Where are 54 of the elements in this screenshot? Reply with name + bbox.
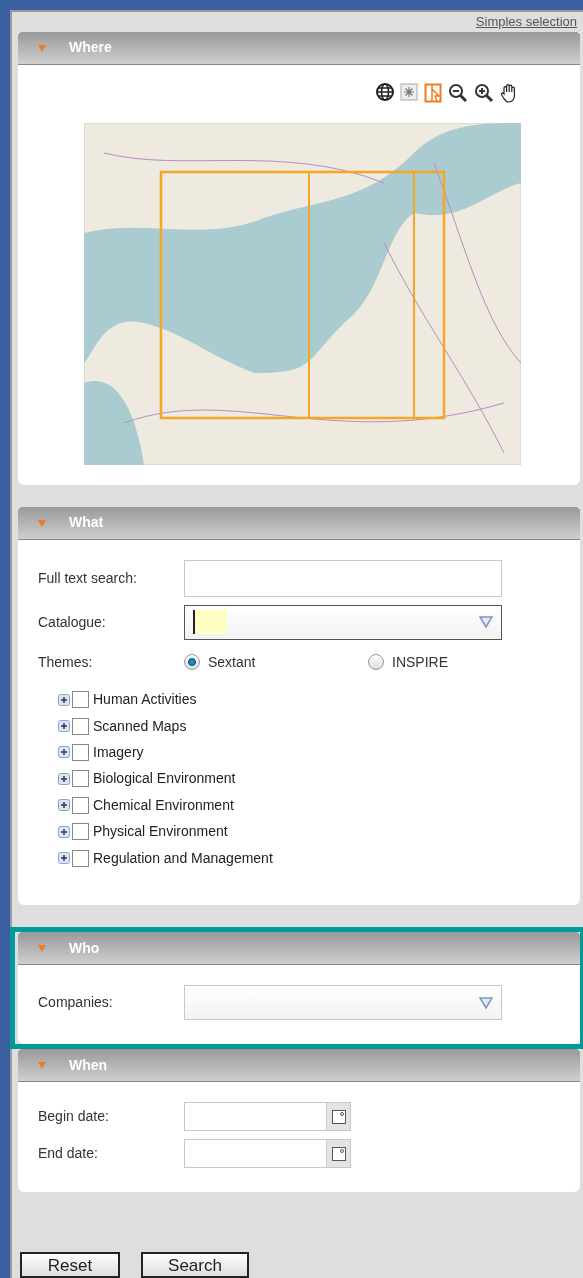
- theme-label: Chemical Environment: [93, 795, 234, 815]
- expand-icon[interactable]: [58, 720, 70, 733]
- theme-label: Scanned Maps: [93, 716, 187, 736]
- zoom-in-icon[interactable]: [474, 82, 494, 103]
- collapse-arrow-icon: [37, 517, 47, 528]
- expand-icon[interactable]: [58, 825, 70, 838]
- search-button[interactable]: Search: [141, 1252, 249, 1278]
- dropdown-arrow-icon: [479, 996, 493, 1009]
- theme-radio[interactable]: INSPIRE: [368, 651, 448, 673]
- field-label: Themes:: [38, 652, 94, 672]
- date-field[interactable]: [184, 1139, 351, 1169]
- theme-checkbox[interactable]: [72, 691, 89, 709]
- globe-icon[interactable]: [376, 82, 394, 101]
- expand-icon[interactable]: [58, 693, 70, 706]
- field-label: Catalogue:: [38, 612, 107, 632]
- theme-label: Biological Environment: [93, 769, 236, 789]
- theme-checkbox[interactable]: [72, 823, 89, 841]
- calendar-icon[interactable]: [331, 1146, 346, 1161]
- theme-label: Regulation and Management: [93, 848, 273, 868]
- theme-label: Human Activities: [93, 690, 197, 710]
- section-title: When: [69, 1055, 108, 1075]
- theme-checkbox[interactable]: [72, 849, 89, 867]
- theme-checkbox[interactable]: [72, 770, 89, 788]
- collapse-arrow-icon: [37, 1060, 47, 1071]
- zoom-out-icon[interactable]: [448, 82, 468, 103]
- theme-checkbox[interactable]: [72, 717, 89, 735]
- date-field[interactable]: [184, 1102, 351, 1132]
- expand-icon[interactable]: [58, 746, 70, 759]
- expand-icon[interactable]: [58, 852, 70, 865]
- calendar-icon[interactable]: [331, 1109, 346, 1124]
- simple-selection-link[interactable]: Simples selection: [475, 12, 577, 32]
- collapse-arrow-icon: [37, 42, 47, 53]
- field-label: Companies:: [38, 993, 114, 1013]
- theme-label: Physical Environment: [93, 822, 228, 842]
- dropdown-arrow-icon: [479, 616, 493, 628]
- dropdown-field[interactable]: [184, 604, 502, 640]
- collapse-arrow-icon: [37, 943, 47, 954]
- field-label: Full text search:: [38, 568, 138, 588]
- field-label: End date:: [38, 1144, 99, 1164]
- section-title: Where: [69, 38, 112, 57]
- hand-icon[interactable]: [500, 82, 518, 103]
- theme-checkbox[interactable]: [72, 796, 89, 814]
- section-title: What: [69, 513, 104, 532]
- theme-checkbox[interactable]: [72, 743, 89, 761]
- field-label: Begin date:: [38, 1107, 110, 1127]
- theme-radio[interactable]: Sextant: [184, 651, 368, 673]
- section-title: Who: [69, 938, 100, 958]
- text-field[interactable]: [184, 559, 502, 597]
- zoom-extent-icon[interactable]: [400, 82, 418, 101]
- box-select-icon[interactable]: [424, 82, 442, 103]
- expand-icon[interactable]: [58, 799, 70, 812]
- expand-icon[interactable]: [58, 772, 70, 785]
- theme-label: Imagery: [93, 742, 144, 762]
- reset-button[interactable]: Reset: [20, 1252, 120, 1278]
